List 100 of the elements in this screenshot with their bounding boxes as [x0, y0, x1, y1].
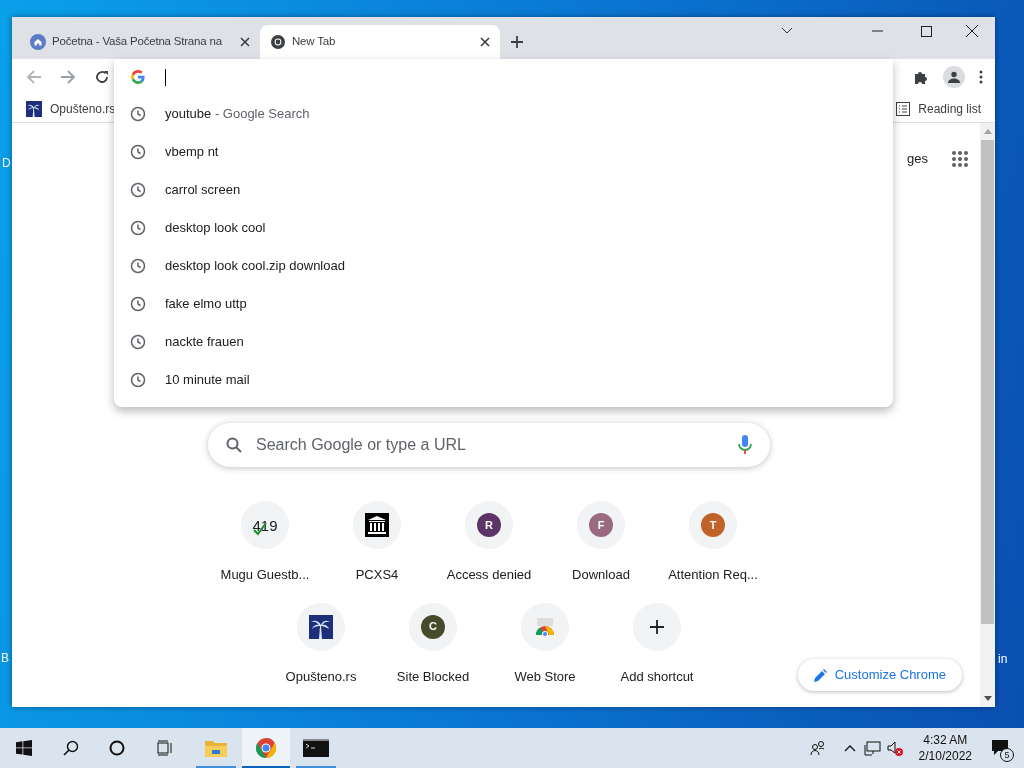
letter-avatar: F: [589, 513, 613, 537]
cortana-ring-icon[interactable]: [109, 740, 125, 756]
search-icon[interactable]: [63, 740, 79, 756]
terminal-icon: [303, 739, 329, 757]
history-icon: [130, 334, 146, 350]
bookmark-title: Opušteno.rs: [50, 100, 116, 118]
shortcut-tile[interactable]: Web Store: [489, 592, 601, 694]
chevron-up-icon[interactable]: [843, 744, 856, 752]
shortcut-title: Download: [572, 566, 630, 584]
forward-icon[interactable]: [60, 69, 76, 85]
reading-list-button[interactable]: Reading list: [896, 99, 981, 118]
history-icon: [130, 258, 146, 274]
shortcut-tile[interactable]: 419 Mugu Guestb...: [209, 491, 321, 593]
shortcut-tile[interactable]: T Attention Req...: [657, 491, 769, 593]
pencil-icon: [813, 668, 827, 682]
reload-icon[interactable]: [94, 69, 110, 85]
task-view-icon[interactable]: [155, 740, 173, 756]
shortcut-tile[interactable]: Opušteno.rs: [265, 592, 377, 694]
person-icon: [948, 71, 960, 83]
chrome-icon: [255, 737, 277, 759]
tab-title: Početna - Vaša Početna Strana na: [52, 34, 223, 50]
letter-avatar: T: [701, 513, 725, 537]
home-icon: [30, 34, 46, 50]
folder-icon: [204, 738, 228, 758]
shortcut-title: Opušteno.rs: [285, 667, 357, 686]
scroll-down-icon[interactable]: [983, 696, 992, 701]
list-icon: [896, 101, 911, 116]
shortcut-tile[interactable]: PCXS4: [321, 491, 433, 593]
desktop-icon-label: D: [2, 157, 11, 169]
profile-avatar[interactable]: [943, 66, 965, 88]
shortcut-title: Web Store: [514, 667, 576, 686]
muted-speaker-icon[interactable]: [886, 740, 903, 756]
suggestion-item[interactable]: desktop look cool.zip download: [114, 247, 893, 285]
tab-search-icon[interactable]: [781, 27, 793, 35]
suggestion-text: 10 minute mail: [165, 371, 250, 390]
counter-favicon: 419: [252, 517, 278, 533]
puzzle-icon[interactable]: [913, 69, 929, 85]
shortcut-title: Attention Req...: [668, 566, 758, 584]
bookmark-item[interactable]: Opušteno.rs: [26, 99, 116, 118]
shortcut-tile[interactable]: Add shortcut: [601, 592, 713, 694]
browser-tab[interactable]: Početna - Vaša Početna Strana na: [20, 25, 260, 59]
suggestion-item[interactable]: 10 minute mail: [114, 361, 893, 399]
shortcut-tile[interactable]: C Site Blocked: [377, 592, 489, 694]
suggestion-item[interactable]: fake elmo uttp: [114, 285, 893, 323]
plus-icon: [649, 618, 665, 635]
letter-avatar: C: [421, 614, 445, 639]
chrome-icon: [270, 34, 286, 50]
close-window-icon[interactable]: [966, 25, 978, 37]
suggestion-text: desktop look cool: [165, 219, 266, 238]
new-tab-icon[interactable]: [511, 36, 523, 48]
suggestion-text: carrol screen: [165, 181, 241, 200]
clock-date[interactable]: 2/10/2022: [918, 748, 972, 764]
letter-avatar: R: [477, 513, 501, 537]
palm-tree-icon: [26, 100, 42, 117]
suggestion-text: fake elmo uttp: [165, 295, 247, 314]
chat-bubble-icon: [991, 739, 1009, 757]
history-icon: [130, 144, 146, 160]
people-icon[interactable]: [809, 740, 826, 756]
search-box[interactable]: Search Google or type a URL: [208, 423, 770, 467]
palm-tree-icon: [309, 614, 333, 639]
shortcut-title: PCXS4: [355, 566, 399, 584]
history-icon: [130, 106, 146, 122]
suggestion-item[interactable]: desktop look cool: [114, 209, 893, 247]
history-icon: [130, 220, 146, 236]
network-icon[interactable]: [863, 740, 881, 756]
history-icon: [130, 372, 146, 388]
search-input[interactable]: Search Google or type a URL: [256, 433, 724, 457]
suggestion-item[interactable]: vbemp nt: [114, 133, 893, 171]
shortcut-title: Add shortcut: [620, 667, 694, 686]
search-icon: [226, 437, 242, 453]
building-icon: [365, 513, 389, 537]
scrollbar-thumb[interactable]: [981, 140, 994, 624]
menu-icon[interactable]: [979, 70, 983, 84]
tab-title: New Tab: [292, 34, 337, 50]
customize-chrome-button[interactable]: Customize Chrome: [797, 659, 962, 691]
shortcut-tile[interactable]: R Access denied: [433, 491, 545, 593]
suggestion-item[interactable]: carrol screen: [114, 171, 893, 209]
shortcut-title: Mugu Guestb...: [220, 566, 310, 584]
shortcut-title: Site Blocked: [396, 667, 470, 686]
scrollbar[interactable]: [980, 123, 995, 707]
close-tab-icon[interactable]: [480, 37, 490, 47]
desktop-icon-label: in: [998, 653, 1008, 665]
notification-button[interactable]: 5: [980, 728, 1020, 768]
close-tab-icon[interactable]: [240, 37, 250, 47]
shortcut-title: Access denied: [446, 566, 532, 584]
history-icon: [130, 296, 146, 312]
microphone-icon[interactable]: [738, 435, 752, 455]
history-icon: [130, 182, 146, 198]
notification-count: 5: [1000, 748, 1014, 762]
windows-start-icon[interactable]: [16, 740, 32, 756]
suggestion-item[interactable]: nackte frauen: [114, 323, 893, 361]
clock-time[interactable]: 4:32 AM: [923, 732, 968, 748]
suggestion-text: desktop look cool.zip download: [165, 257, 345, 276]
text-cursor: [165, 68, 166, 86]
maximize-icon[interactable]: [921, 25, 932, 37]
apps-grid-icon[interactable]: [952, 151, 968, 167]
images-link[interactable]: ges: [907, 149, 928, 169]
shortcut-tile[interactable]: F Download: [545, 491, 657, 593]
suggestion-item[interactable]: youtube - Google Search: [114, 95, 893, 133]
browser-tab[interactable]: New Tab: [260, 25, 500, 59]
